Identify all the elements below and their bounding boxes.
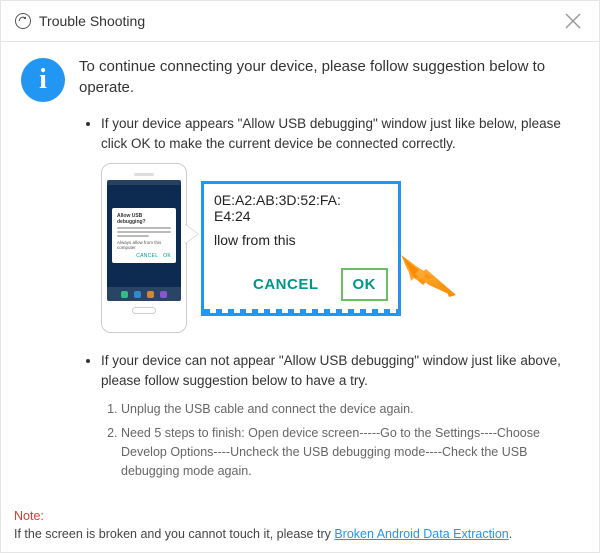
close-button[interactable] <box>561 9 585 33</box>
phone-dialog-title: Allow USB debugging? <box>117 213 171 225</box>
info-icon: i <box>21 58 65 102</box>
phone-dialog-checkbox: Always allow from this computer <box>117 240 171 250</box>
substep-1: Unplug the USB cable and connect the dev… <box>121 400 579 419</box>
broken-android-link[interactable]: Broken Android Data Extraction <box>334 527 508 541</box>
pointer-arrow-icon <box>401 255 461 305</box>
note-body: If the screen is broken and you cannot t… <box>14 527 334 541</box>
step-list: If your device appears "Allow USB debugg… <box>101 114 579 153</box>
note-label: Note: <box>14 509 44 523</box>
zoom-ok-button: OK <box>341 268 389 301</box>
window-title: Trouble Shooting <box>39 13 145 29</box>
substep-list: Unplug the USB cable and connect the dev… <box>121 400 579 482</box>
callout-pointer <box>184 224 198 244</box>
note-tail: . <box>509 527 512 541</box>
footer-note: Note: If the screen is broken and you ca… <box>14 508 586 543</box>
zoom-cancel-button: CANCEL <box>243 270 329 299</box>
zoom-fingerprint-2: E4:24 <box>214 208 388 224</box>
substep-2: Need 5 steps to finish: Open device scre… <box>121 424 579 482</box>
zoom-dialog: 0E:A2:AB:3D:52:FA: E4:24 llow from this … <box>201 181 401 316</box>
illustration: Allow USB debugging? Always allow from t… <box>101 163 579 333</box>
content: i To continue connecting your device, pl… <box>1 42 599 496</box>
hero-text: To continue connecting your device, plea… <box>79 56 579 98</box>
step-2: If your device can not appear "Allow USB… <box>101 351 579 390</box>
step-list-2: If your device can not appear "Allow USB… <box>101 351 579 390</box>
hero-row: i To continue connecting your device, pl… <box>21 56 579 102</box>
step-1: If your device appears "Allow USB debugg… <box>101 114 579 153</box>
zoom-fingerprint-1: 0E:A2:AB:3D:52:FA: <box>214 192 388 208</box>
phone-mockup: Allow USB debugging? Always allow from t… <box>101 163 187 333</box>
phone-dialog-ok: OK <box>163 253 171 259</box>
zoom-checkbox-partial: llow from this <box>204 232 398 250</box>
titlebar: Trouble Shooting <box>1 1 599 42</box>
app-icon <box>15 13 31 29</box>
phone-dialog-cancel: CANCEL <box>136 253 158 259</box>
